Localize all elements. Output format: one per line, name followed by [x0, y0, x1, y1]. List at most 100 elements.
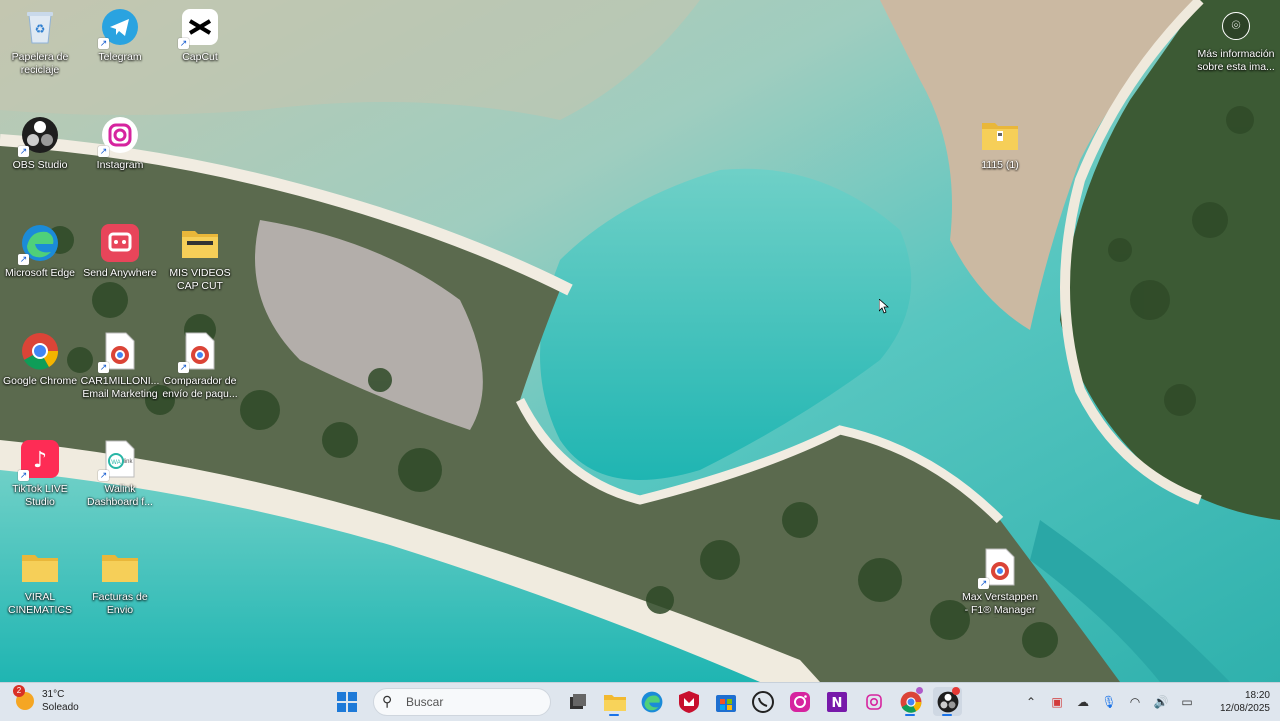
desktop-icon-car1milloni-email-marketing[interactable]: ↗ CAR1MILLONI... Email Marketing [80, 326, 160, 426]
wallpaper-info[interactable]: ⌾ Más información sobre esta ima... [1196, 12, 1276, 74]
desktop-icon-instagram[interactable]: ↗ Instagram [80, 110, 160, 210]
desktop-icon-google-chrome[interactable]: Google Chrome [0, 326, 80, 426]
svg-text:link: link [123, 459, 133, 465]
desktop-icon-label: Microsoft Edge [4, 267, 76, 279]
sun-icon: 2 [13, 685, 34, 710]
gift-icon[interactable]: ▣ [1044, 695, 1070, 709]
wifi-icon[interactable]: ◠ [1122, 695, 1148, 709]
desktop-icon-label: MIS VIDEOS CAP CUT [169, 267, 231, 292]
recording-badge [952, 687, 960, 695]
capcut-icon: ↗ [178, 6, 221, 49]
instagram-icon: ↗ [98, 114, 141, 157]
store-taskbar-button[interactable] [711, 687, 740, 716]
desktop-icon-viral-cinematics[interactable]: VIRAL CINEMATICS [0, 542, 80, 642]
desktop-icon-comparador-de-envio[interactable]: ↗ Comparador de envío de paqu... [160, 326, 240, 426]
desktop-icon-label: CapCut [182, 51, 218, 63]
instagram-web-taskbar-button[interactable] [859, 687, 888, 716]
desktop-icon-label: CAR1MILLONI... Email Marketing [80, 375, 160, 400]
weather-condition: Soleado [42, 702, 79, 713]
shortcut-arrow-icon: ↗ [98, 470, 109, 481]
shortcut-arrow-icon: ↗ [978, 578, 989, 589]
shortcut-arrow-icon: ↗ [18, 146, 29, 157]
desktop-icon-telegram[interactable]: ↗ Telegram [80, 2, 160, 102]
chrome-icon [19, 330, 61, 372]
volume-icon[interactable]: 🔊 [1148, 695, 1174, 709]
mouse-cursor-icon [879, 299, 889, 314]
running-indicator [942, 714, 952, 716]
desktop-icon-zip-1115[interactable]: 1115 (1) [960, 110, 1040, 210]
folder-icon [179, 222, 221, 264]
desktop-icon-mis-videos-cap-cut[interactable]: MIS VIDEOS CAP CUT [160, 218, 240, 318]
weather-widget[interactable]: 2 31°C Soleado [13, 685, 79, 714]
clock-time: 18:20 [1244, 690, 1270, 701]
zip-folder-icon [979, 114, 1021, 156]
obs-icon: ↗ [18, 114, 61, 157]
folder-icon [99, 546, 141, 588]
desktop-icon-label: TikTok LIVE Studio [12, 483, 68, 508]
desktop-icon-label: Send Anywhere [83, 267, 157, 279]
instagram-icon [789, 691, 810, 712]
shortcut-arrow-icon: ↗ [18, 254, 29, 265]
desktop-icon-recycle-bin[interactable]: ♻ Papelera de reciclaje [0, 2, 80, 102]
edge-taskbar-button[interactable] [637, 687, 666, 716]
walink-icon: WA link ↗ [98, 438, 141, 481]
clock-date: 12/08/2025 [1219, 703, 1270, 714]
shortcut-arrow-icon: ↗ [178, 38, 189, 49]
desktop-icon-facturas-de-envio[interactable]: Facturas de Envio [80, 542, 160, 642]
chrome-file-icon: ↗ [98, 330, 141, 373]
start-button[interactable] [332, 687, 361, 716]
desktop-icon-microsoft-edge[interactable]: ↗ Microsoft Edge [0, 218, 80, 318]
svg-text:N: N [831, 696, 842, 711]
store-icon [715, 694, 736, 712]
weather-temp: 31°C [42, 689, 65, 700]
desktop-icon-label: OBS Studio [12, 159, 68, 171]
microphone-icon[interactable]: 🎙 [1096, 695, 1122, 709]
desktop-icon-walink-dashboard[interactable]: WA link ↗ Walink Dashboard f... [80, 434, 160, 534]
cloud-icon[interactable]: ☁ [1070, 695, 1096, 709]
wallpaper-info-label: Más información sobre esta ima... [1197, 48, 1275, 73]
chrome-profile-badge [916, 687, 923, 694]
file-explorer-icon [603, 694, 626, 711]
onenote-icon: N [826, 691, 847, 712]
desktop-icon-tiktok-live-studio[interactable]: ♪ ↗ TikTok LIVE Studio [0, 434, 80, 534]
desktop-icon-label: Facturas de Envio [92, 591, 148, 616]
obs-taskbar-button[interactable] [933, 687, 962, 716]
edge-icon [641, 691, 662, 712]
notification-badge: 2 [13, 685, 25, 697]
search-placeholder: Buscar [406, 694, 444, 709]
taskbar-clock[interactable]: 18:20 12/08/2025 [1200, 689, 1280, 715]
telegram-icon: ↗ [98, 6, 141, 49]
shortcut-arrow-icon: ↗ [98, 146, 109, 157]
task-view-icon [569, 693, 586, 709]
mcafee-taskbar-button[interactable] [674, 687, 703, 716]
running-indicator [609, 714, 619, 716]
desktop-icon-capcut[interactable]: ↗ CapCut [160, 2, 240, 102]
running-indicator [905, 714, 915, 716]
mcafee-icon [678, 690, 699, 713]
taskbar-search[interactable]: ⚲ Buscar [373, 687, 551, 716]
shortcut-arrow-icon: ↗ [98, 38, 109, 49]
chevron-up-icon[interactable]: ⌃ [1018, 695, 1044, 709]
desktop-icon-obs-studio[interactable]: ↗ OBS Studio [0, 110, 80, 210]
onenote-taskbar-button[interactable]: N [822, 687, 851, 716]
chrome-taskbar-button[interactable] [896, 687, 925, 716]
instagram-taskbar-button[interactable] [785, 687, 814, 716]
tiktok-icon: ♪ ↗ [18, 438, 61, 481]
folder-icon [19, 546, 61, 588]
task-view-button[interactable] [563, 687, 592, 716]
camera-icon: ⌾ [1222, 12, 1250, 40]
desktop-icon-send-anywhere[interactable]: Send Anywhere [80, 218, 160, 318]
desktop-icon-label: Papelera de reciclaje [11, 51, 69, 76]
shortcut-arrow-icon: ↗ [18, 470, 29, 481]
desktop-icon-max-verstappen-f1-manager[interactable]: ↗ Max Verstappen - F1® Manager 2... [960, 542, 1040, 642]
file-explorer-button[interactable] [600, 687, 629, 716]
windows-icon [336, 691, 357, 712]
chrome-file-icon: ↗ [978, 546, 1021, 589]
taskbar: 2 31°C Soleado ⚲ Buscar N ⌃ ▣ ☁ 🎙 ◠ 🔊 ▭ … [0, 682, 1280, 721]
whatsapp-taskbar-button[interactable] [748, 687, 777, 716]
battery-icon[interactable]: ▭ [1174, 695, 1200, 709]
desktop-icon-label: Instagram [96, 159, 144, 171]
recycle-bin-icon: ♻ [19, 6, 61, 48]
desktop-icon-label: Walink Dashboard f... [87, 483, 153, 508]
svg-text:♪: ♪ [33, 448, 47, 473]
